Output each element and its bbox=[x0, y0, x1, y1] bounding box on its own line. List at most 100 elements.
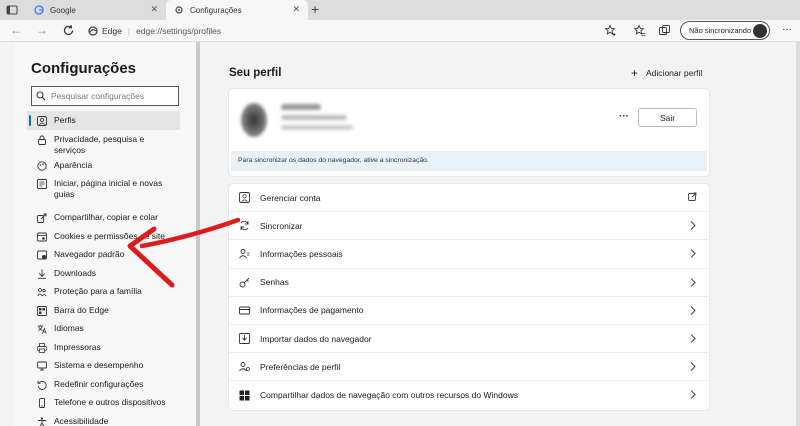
card-icon bbox=[239, 306, 250, 315]
row-compartilhar-windows[interactable]: Compartilhar dados de navegação com outr… bbox=[229, 381, 709, 409]
more-options-icon[interactable]: ··· bbox=[782, 24, 792, 35]
sidebar-item-label: Downloads bbox=[54, 267, 97, 278]
search-icon bbox=[36, 91, 46, 101]
profile-status-blurred bbox=[281, 125, 353, 130]
sync-status-label: Não sincronizando bbox=[689, 26, 752, 35]
address-bar[interactable]: Edge | edge://settings/profiles bbox=[88, 22, 598, 39]
chevron-right-icon bbox=[690, 362, 696, 371]
sidebar-item-impressoras[interactable]: Impressoras bbox=[27, 338, 180, 357]
tab-strip: Google ✕ Configurações ✕ + bbox=[0, 0, 800, 20]
address-toolbar: ← → Edge | edge://settings/profiles Não … bbox=[0, 20, 800, 42]
row-label: Sincronizar bbox=[260, 220, 303, 231]
sidebar-item-label: Perfis bbox=[54, 115, 76, 125]
sidebar-item-label: Impressoras bbox=[54, 341, 101, 352]
gear-icon bbox=[175, 6, 183, 14]
red-arrow-annotation bbox=[127, 217, 241, 288]
accessibility-icon bbox=[38, 416, 46, 426]
tab-configuracoes[interactable]: Configurações ✕ bbox=[166, 0, 308, 20]
sidebar-item-label: Privacidade, pesquisa e serviços bbox=[54, 133, 145, 155]
back-button[interactable]: ← bbox=[10, 23, 22, 37]
sidebar-item-telefone[interactable]: Telefone e outros dispositivos bbox=[27, 393, 180, 412]
favorite-add-icon[interactable] bbox=[604, 24, 617, 37]
reset-icon bbox=[37, 380, 47, 390]
url-text: edge://settings/profiles bbox=[136, 25, 222, 36]
chevron-right-icon bbox=[690, 221, 696, 231]
sidebar-item-privacidade[interactable]: Privacidade, pesquisa e serviços bbox=[27, 130, 180, 156]
tab-actions-icon[interactable] bbox=[6, 4, 18, 16]
tab-google[interactable]: Google ✕ bbox=[26, 0, 166, 20]
google-g-icon bbox=[34, 5, 44, 15]
row-pagamento[interactable]: Informações de pagamento bbox=[229, 297, 709, 325]
account-icon bbox=[239, 192, 250, 204]
sidebar-item-perfis[interactable]: Perfis bbox=[27, 111, 180, 130]
sidebar-item-sistema[interactable]: Sistema e desempenho bbox=[27, 356, 180, 375]
main-content: Seu perfil + Adicionar perfil ··· Sair P… bbox=[200, 42, 800, 426]
download-icon bbox=[38, 269, 46, 279]
family-icon bbox=[37, 288, 47, 297]
chevron-right-icon bbox=[690, 390, 696, 400]
row-gerenciar-conta[interactable]: Gerenciar conta bbox=[229, 184, 709, 213]
row-sincronizar[interactable]: Sincronizar bbox=[229, 212, 709, 241]
row-senhas[interactable]: Senhas bbox=[229, 269, 709, 297]
sidebar-item-label: Iniciar, página inicial e novas guias bbox=[54, 178, 163, 199]
cookies-icon bbox=[37, 232, 47, 241]
add-profile-label: Adicionar perfil bbox=[646, 68, 703, 78]
start-page-icon bbox=[37, 179, 47, 189]
language-icon bbox=[37, 325, 47, 334]
row-preferencias-perfil[interactable]: Preferências de perfil bbox=[229, 353, 709, 382]
avatar bbox=[753, 24, 767, 38]
sidebar-item-redefinir[interactable]: Redefinir configurações bbox=[27, 375, 180, 394]
sidebar-item-iniciar[interactable]: Iniciar, página inicial e novas guias bbox=[27, 174, 180, 208]
row-informacoes-pessoais[interactable]: Informações pessoais bbox=[229, 240, 709, 269]
chevron-right-icon bbox=[690, 305, 696, 315]
lock-icon bbox=[38, 135, 46, 145]
sidebar-title: Configurações bbox=[31, 60, 137, 77]
profile-prefs-icon bbox=[239, 362, 250, 372]
external-link-icon bbox=[688, 192, 697, 201]
row-label: Preferências de perfil bbox=[260, 361, 341, 372]
row-importar-dados[interactable]: Importar dados do navegador bbox=[229, 325, 709, 354]
avatar bbox=[241, 103, 267, 137]
more-options-icon[interactable]: ··· bbox=[619, 111, 629, 122]
search-input[interactable] bbox=[51, 91, 171, 101]
tab-label: Configurações bbox=[190, 5, 242, 15]
row-label: Informações de pagamento bbox=[260, 305, 364, 316]
sidebar-item-label: Acessibilidade bbox=[54, 415, 109, 426]
add-profile-button[interactable]: + Adicionar perfil bbox=[631, 66, 702, 80]
collections-icon[interactable] bbox=[658, 24, 671, 37]
search-box[interactable] bbox=[31, 86, 179, 106]
sidebar-item-label: Telefone e outros dispositivos bbox=[54, 397, 166, 407]
row-label: Compartilhar dados de navegação com outr… bbox=[260, 390, 518, 401]
chevron-right-icon bbox=[690, 249, 696, 259]
sync-status-button[interactable]: Não sincronizando bbox=[680, 21, 770, 40]
chevron-right-icon bbox=[690, 277, 696, 287]
sidebar-item-label: Aparência bbox=[54, 159, 93, 170]
windows-icon bbox=[239, 390, 250, 401]
sidebar-item-label: Idiomas bbox=[54, 323, 84, 333]
close-tab-icon[interactable]: ✕ bbox=[292, 4, 300, 15]
edge-logo-icon bbox=[88, 25, 98, 36]
forward-button[interactable]: → bbox=[36, 23, 48, 37]
profile-email-blurred bbox=[281, 115, 347, 120]
plus-icon: + bbox=[631, 66, 639, 80]
close-tab-icon[interactable]: ✕ bbox=[150, 4, 158, 15]
sidebar-item-barra-edge[interactable]: Barra do Edge bbox=[27, 301, 180, 320]
new-tab-button[interactable]: + bbox=[311, 1, 319, 17]
profile-icon bbox=[37, 116, 47, 126]
site-label: Edge bbox=[102, 25, 122, 36]
system-icon bbox=[37, 361, 47, 371]
row-label: Gerenciar conta bbox=[260, 192, 321, 203]
printer-icon bbox=[37, 342, 47, 353]
row-label: Informações pessoais bbox=[260, 248, 343, 259]
main-scrollbar[interactable] bbox=[796, 42, 800, 426]
refresh-icon[interactable] bbox=[62, 24, 75, 37]
sidebar-item-aparencia[interactable]: Aparência bbox=[27, 156, 180, 175]
sign-out-button[interactable]: Sair bbox=[638, 108, 697, 127]
row-label: Importar dados do navegador bbox=[260, 333, 372, 344]
sidebar-item-idiomas[interactable]: Idiomas bbox=[27, 319, 180, 338]
favorites-icon[interactable] bbox=[633, 24, 646, 37]
edge-bar-icon bbox=[37, 305, 47, 316]
profile-settings-list: Gerenciar conta Sincronizar Informações … bbox=[229, 184, 709, 410]
sidebar-item-acessibilidade[interactable]: Acessibilidade bbox=[27, 412, 180, 426]
sidebar-item-label: Redefinir configurações bbox=[54, 378, 144, 389]
